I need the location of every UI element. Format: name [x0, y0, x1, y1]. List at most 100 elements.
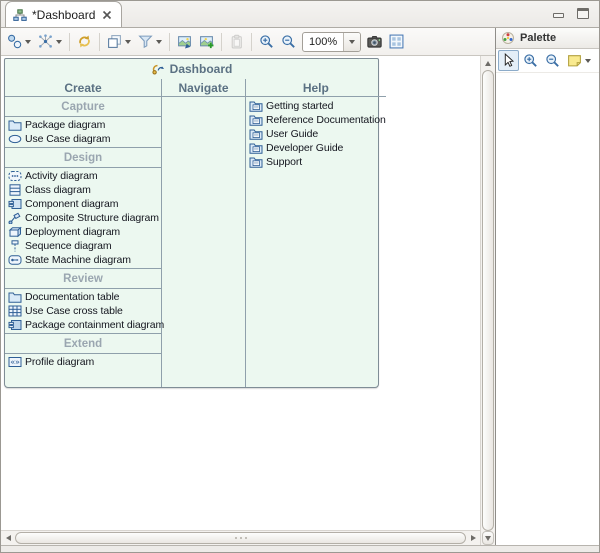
- palette-body[interactable]: [496, 73, 600, 545]
- link-getting-started[interactable]: Getting started: [246, 99, 386, 113]
- chevron-down-icon[interactable]: [125, 40, 131, 44]
- link-package-diagram[interactable]: Package diagram: [5, 118, 161, 132]
- minimize-icon[interactable]: [553, 13, 564, 18]
- select-tool[interactable]: [498, 50, 519, 71]
- link-label: Activity diagram: [25, 170, 98, 182]
- chevron-down-icon[interactable]: [585, 59, 591, 63]
- sticky-note-icon: [567, 53, 582, 68]
- section-header-review: Review: [5, 269, 161, 289]
- select-elements-button[interactable]: [4, 32, 34, 51]
- filters-button[interactable]: [135, 32, 165, 51]
- link-label: State Machine diagram: [25, 254, 131, 266]
- overlapping-squares-icon: [107, 34, 122, 49]
- scroll-left-button[interactable]: [1, 531, 15, 545]
- link-activity-diagram[interactable]: Activity diagram: [5, 169, 161, 183]
- zoom-level-combo[interactable]: 100%: [302, 32, 361, 52]
- profile-icon: [8, 356, 22, 368]
- link-profile-diagram[interactable]: Profile diagram: [5, 355, 161, 369]
- export-image-button[interactable]: [174, 32, 195, 51]
- activity-icon: [8, 170, 22, 182]
- chevron-down-icon[interactable]: [25, 40, 31, 44]
- link-class-diagram[interactable]: Class diagram: [5, 183, 161, 197]
- link-reference-documentation[interactable]: Reference Documentation: [246, 113, 386, 127]
- close-icon[interactable]: [100, 8, 113, 21]
- zoom-out-button[interactable]: [278, 32, 299, 51]
- zoom-in-tool[interactable]: [520, 50, 541, 71]
- palette-icon: [501, 31, 515, 45]
- zoom-out-icon: [281, 34, 296, 49]
- zoom-combo-dropdown[interactable]: [343, 33, 360, 51]
- horizontal-scrollbar-thumb[interactable]: [15, 532, 466, 544]
- dashboard-column-help: Help Getting started Reference Documenta…: [246, 79, 386, 387]
- link-user-guide[interactable]: User Guide: [246, 127, 386, 141]
- table-icon: [8, 305, 22, 317]
- scrollbar-grip: [240, 537, 242, 539]
- link-sequence-diagram[interactable]: Sequence diagram: [5, 239, 161, 253]
- view-window-controls: [553, 8, 589, 19]
- scroll-up-button[interactable]: [481, 56, 495, 70]
- vertical-scrollbar-thumb[interactable]: [482, 70, 494, 531]
- diagram-canvas[interactable]: Dashboard Create Capture Package diagram: [1, 56, 495, 545]
- link-label: Getting started: [266, 100, 333, 112]
- scroll-right-button[interactable]: [466, 531, 480, 545]
- link-label: Package containment diagram: [25, 319, 164, 331]
- clipboard-icon: [229, 34, 244, 49]
- tab-dashboard[interactable]: *Dashboard: [5, 1, 122, 27]
- editor-tab-bar: *Dashboard: [1, 1, 599, 28]
- toolbar-separator: [69, 33, 70, 51]
- column-header-help: Help: [246, 79, 386, 97]
- zoom-out-tool[interactable]: [542, 50, 563, 71]
- palette-header[interactable]: Palette: [496, 28, 600, 49]
- folder-icon: [8, 119, 22, 131]
- help-items: Getting started Reference Documentation …: [246, 97, 386, 169]
- link-label: Use Case diagram: [25, 133, 110, 145]
- zoom-in-button[interactable]: [256, 32, 277, 51]
- zoom-in-icon: [523, 53, 538, 68]
- add-image-button[interactable]: [196, 32, 217, 51]
- chevron-down-icon[interactable]: [56, 40, 62, 44]
- link-deployment-diagram[interactable]: Deployment diagram: [5, 225, 161, 239]
- link-label: Package diagram: [25, 119, 105, 131]
- vertical-scrollbar[interactable]: [480, 56, 495, 545]
- link-support[interactable]: Support: [246, 155, 386, 169]
- link-package-containment-diagram[interactable]: Package containment diagram: [5, 318, 161, 332]
- image-export-icon: [177, 34, 192, 49]
- paste-appearance-button: [226, 32, 247, 51]
- column-header-navigate: Navigate: [162, 79, 245, 97]
- link-label: Developer Guide: [266, 142, 343, 154]
- link-documentation-table[interactable]: Documentation table: [5, 290, 161, 304]
- zoom-in-icon: [259, 34, 274, 49]
- scroll-down-button[interactable]: [482, 531, 494, 545]
- link-label: Use Case cross table: [25, 305, 123, 317]
- zoom-level-value: 100%: [303, 33, 343, 51]
- link-component-diagram[interactable]: Component diagram: [5, 197, 161, 211]
- link-developer-guide[interactable]: Developer Guide: [246, 141, 386, 155]
- grid-view-button[interactable]: [386, 32, 407, 51]
- dashboard-column-navigate: Navigate: [162, 79, 246, 387]
- section-header-design: Design: [5, 148, 161, 168]
- arrange-layout-button[interactable]: [35, 32, 65, 51]
- state-machine-icon: [8, 254, 22, 266]
- link-tool[interactable]: [595, 50, 600, 71]
- link-label: User Guide: [266, 128, 318, 140]
- synchronize-button[interactable]: [74, 32, 95, 51]
- note-tool[interactable]: [564, 50, 594, 71]
- chevron-down-icon[interactable]: [156, 40, 162, 44]
- class-icon: [8, 184, 22, 196]
- link-composite-structure-diagram[interactable]: Composite Structure diagram: [5, 211, 161, 225]
- arrow-left-icon: [6, 535, 11, 541]
- section-extend-items: Profile diagram: [5, 354, 161, 370]
- maximize-icon[interactable]: [577, 8, 589, 19]
- section-header-capture: Capture: [5, 97, 161, 117]
- link-use-case-cross-table[interactable]: Use Case cross table: [5, 304, 161, 318]
- dashboard-icon: [151, 62, 165, 76]
- snapshot-button[interactable]: [364, 32, 385, 51]
- palette-panel: Palette: [495, 28, 600, 545]
- camera-icon: [367, 34, 382, 49]
- palette-tools: [496, 49, 600, 73]
- copy-appearance-button[interactable]: [104, 32, 134, 51]
- link-state-machine-diagram[interactable]: State Machine diagram: [5, 253, 161, 267]
- horizontal-scrollbar[interactable]: [1, 530, 480, 545]
- dashboard-title-text: Dashboard: [170, 62, 233, 76]
- link-use-case-diagram[interactable]: Use Case diagram: [5, 132, 161, 146]
